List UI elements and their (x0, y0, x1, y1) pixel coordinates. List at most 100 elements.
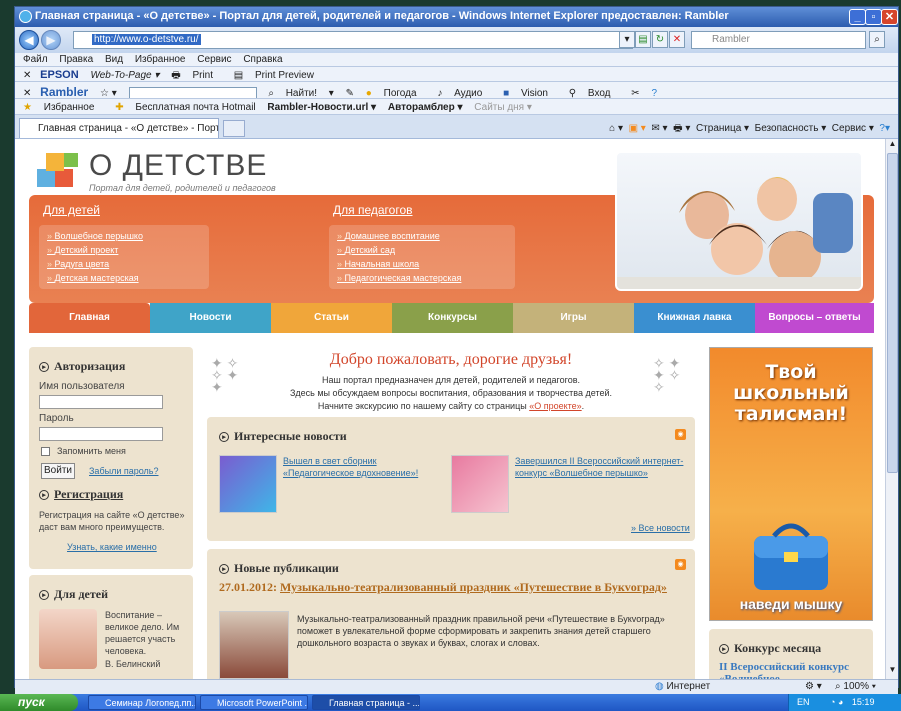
task-browser[interactable]: Главная страница - ... (312, 695, 420, 710)
fav-item-sites[interactable]: Сайты дня ▾ (474, 102, 532, 113)
menu-favorites[interactable]: Избранное (135, 54, 186, 65)
forgot-password-link[interactable]: Забыли пароль? (89, 466, 158, 476)
page-menu[interactable]: Страница ▾ (696, 123, 749, 134)
favorites-button[interactable]: ★ Избранное (23, 102, 103, 113)
star-icon[interactable]: ☆ ▾ (100, 88, 117, 98)
url-dropdown-icon[interactable]: ▾ (619, 31, 635, 48)
menu-teachers-item[interactable]: Детский сад (337, 243, 507, 257)
menu-edit[interactable]: Правка (59, 54, 93, 65)
scroll-down-icon[interactable]: ▼ (887, 665, 898, 677)
settings-icon[interactable]: ✂ (631, 88, 639, 98)
menu-tools[interactable]: Сервис (197, 54, 231, 65)
toolbar-close-icon[interactable]: ✕ (23, 88, 31, 98)
fav-item-rambler-news[interactable]: Rambler-Новости.url ▾ (267, 102, 376, 113)
login-button[interactable]: ⚲ Вход (569, 88, 620, 98)
fav-item-hotmail[interactable]: Бесплатная почта Hotmail (135, 102, 255, 113)
task-seminar[interactable]: Семинар Логопед.пп... (88, 695, 196, 710)
ad-cta[interactable]: наведи мышку (710, 596, 872, 612)
scroll-thumb[interactable] (887, 153, 898, 473)
print-button[interactable]: 🖶 Print (171, 70, 222, 81)
help-icon[interactable]: ? (651, 88, 657, 98)
help-icon[interactable]: ?▾ (879, 123, 890, 134)
add-favorite-icon[interactable]: ✚ (115, 102, 123, 113)
weather-button[interactable]: ● Погода (366, 88, 426, 98)
vertical-scrollbar[interactable]: ▲ ▼ (885, 139, 898, 679)
menu-children-item[interactable]: Детская мастерская (47, 271, 201, 285)
mail-icon[interactable]: ✉ ▾ (651, 123, 667, 134)
maximize-button[interactable]: ▫ (865, 9, 882, 25)
talisman-ad-banner[interactable]: Твой школьный талисман! наведи мышку (709, 347, 873, 621)
about-project-link[interactable]: «О проекте» (529, 401, 581, 411)
security-menu[interactable]: Безопасность ▾ (755, 123, 827, 134)
audio-button[interactable]: ♪ Аудио (437, 88, 491, 98)
search-input[interactable]: Rambler (691, 31, 866, 49)
rss-icon[interactable]: ▣ ▾ (629, 123, 646, 134)
rambler-find-button[interactable]: ⌕ Найти! ▾ (268, 88, 334, 98)
start-button[interactable]: пуск (0, 694, 78, 711)
menu-view[interactable]: Вид (105, 54, 123, 65)
printer-icon[interactable]: 🖶 ▾ (673, 123, 690, 134)
nav-main[interactable]: Главная (29, 303, 150, 333)
tools-menu[interactable]: Сервис ▾ (832, 123, 874, 134)
nav-articles[interactable]: Статьи (271, 303, 392, 333)
contest-link[interactable]: II Всероссийский конкурс «Волшебное (719, 661, 869, 679)
tab-main[interactable]: Главная страница - «О детстве» - Портал … (19, 118, 219, 138)
news-item-link[interactable]: Завершился II Всероссийский интернет-кон… (515, 455, 685, 479)
new-tab-button[interactable] (223, 120, 245, 137)
vision-button[interactable]: ■ Vision (503, 88, 557, 98)
close-button[interactable]: ✕ (881, 9, 898, 25)
site-logo-title[interactable]: О ДЕТСТВЕ (89, 149, 267, 183)
menu-help[interactable]: Справка (243, 54, 282, 65)
news-title: ▸ Интересные новости (219, 429, 347, 444)
menu-teachers-item[interactable]: Домашнее воспитание (337, 229, 507, 243)
back-button[interactable]: ◀ (19, 30, 39, 50)
menu-file[interactable]: Файл (23, 54, 48, 65)
username-input[interactable] (39, 395, 163, 409)
forward-button[interactable]: ▶ (41, 30, 61, 50)
menu-children-item[interactable]: Радуга цвета (47, 257, 201, 271)
menu-teachers-item[interactable]: Начальная школа (337, 257, 507, 271)
fav-item-autorambler[interactable]: Авторамблер ▾ (388, 102, 463, 113)
login-button[interactable]: Войти (41, 463, 75, 479)
scroll-up-icon[interactable]: ▲ (887, 139, 898, 151)
menu-children-item[interactable]: Волшебное перышко (47, 229, 201, 243)
print-preview-button[interactable]: ▤ Print Preview (234, 70, 323, 81)
menu-teachers-item[interactable]: Педагогическая мастерская (337, 271, 507, 285)
menu-teachers-title[interactable]: Для педагогов (333, 203, 413, 217)
publication-link[interactable]: Музыкально-театрализованный праздник «Пу… (280, 580, 667, 594)
news-item-link[interactable]: Вышел в свет сборник «Педагогическое вдо… (283, 455, 443, 479)
url-input[interactable]: http://www.o-detstve.ru/ (73, 31, 633, 49)
tray-icons[interactable]: ◔ ◕ (830, 697, 843, 707)
home-icon[interactable]: ⌂ ▾ (609, 123, 623, 134)
compat-icon[interactable]: ▤ (635, 31, 651, 48)
rss-icon[interactable]: ◉ (675, 559, 686, 570)
all-news-link[interactable]: » Все новости (631, 523, 690, 533)
menu-children-item[interactable]: Детский проект (47, 243, 201, 257)
publication-thumb[interactable] (219, 611, 289, 679)
register-more-link[interactable]: Узнать, какие именно (67, 542, 157, 552)
refresh-icon[interactable]: ↻ (652, 31, 668, 48)
toolbar-close-icon[interactable]: ✕ (23, 70, 31, 81)
language-indicator[interactable]: EN (797, 697, 810, 707)
web-to-page-menu[interactable]: Web-To-Page ▾ (90, 70, 159, 81)
zoom-control[interactable]: ⌕ 100% ▾ (835, 681, 876, 692)
rambler-search-input[interactable] (128, 87, 257, 98)
search-icon[interactable]: ⌕ (869, 31, 885, 48)
nav-bookshop[interactable]: Книжная лавка (634, 303, 755, 333)
nav-contests[interactable]: Конкурсы (392, 303, 513, 333)
minimize-button[interactable]: _ (849, 9, 866, 25)
nav-news[interactable]: Новости (150, 303, 271, 333)
stop-icon[interactable]: ✕ (669, 31, 685, 48)
protected-mode-icon[interactable]: ⚙ ▾ (805, 681, 822, 692)
nav-qa[interactable]: Вопросы – ответы (755, 303, 874, 333)
news-thumb-book[interactable] (219, 455, 277, 513)
nav-games[interactable]: Игры (513, 303, 634, 333)
bullet-icon: ▸ (219, 432, 229, 443)
pencil-icon[interactable]: ✎ (346, 88, 354, 98)
password-input[interactable] (39, 427, 163, 441)
task-powerpoint[interactable]: Microsoft PowerPoint ... (200, 695, 308, 710)
menu-children-title[interactable]: Для детей (43, 203, 100, 217)
news-thumb-contest[interactable] (451, 455, 509, 513)
rss-icon[interactable]: ◉ (675, 429, 686, 440)
remember-checkbox[interactable] (41, 447, 50, 456)
